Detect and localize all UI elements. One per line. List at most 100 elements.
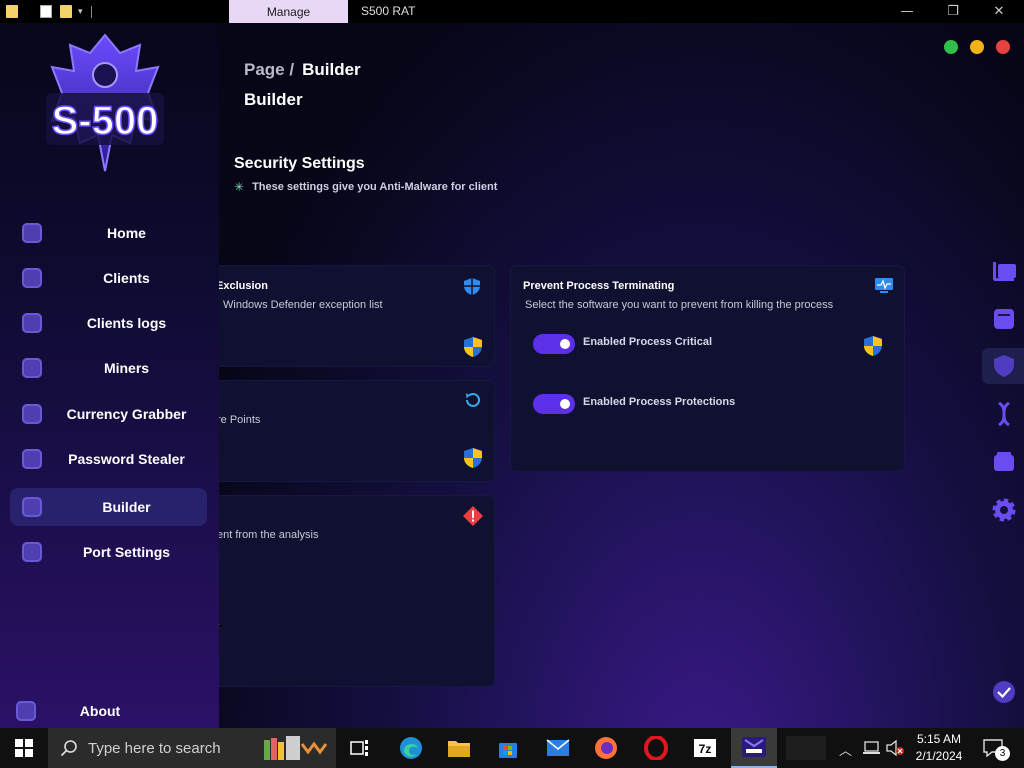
minimize-icon: — — [900, 4, 914, 19]
sidebar-item-clients-logs[interactable]: Clients logs — [10, 304, 207, 342]
file-explorer-taskbar-button[interactable] — [436, 728, 482, 768]
card-description: Select the software you want to prevent … — [525, 299, 834, 311]
miners-icon — [22, 358, 42, 378]
taskbar: Type here to search 7z ︿ 5:15 AM 2/1/202… — [0, 728, 1024, 768]
manage-tab[interactable]: Manage — [229, 0, 348, 23]
restore-button[interactable]: ❐ — [930, 0, 976, 23]
clock-time: 5:15 AM — [916, 732, 962, 746]
sidebar-item-label: Port Settings — [82, 544, 171, 560]
minimize-dot-button[interactable] — [970, 40, 984, 54]
sidebar-item-home[interactable]: Home — [10, 214, 207, 252]
home-icon — [22, 223, 42, 243]
taskbar-search-box[interactable]: Type here to search — [48, 728, 336, 768]
toggle-label: Enabled Process Critical — [583, 336, 712, 348]
process-protections-toggle[interactable] — [533, 394, 575, 414]
builder-icon — [22, 497, 42, 517]
sidebar-item-clients[interactable]: Clients — [10, 259, 207, 297]
sidebar-item-about[interactable]: About — [10, 692, 207, 730]
sidebar-item-label: Home — [107, 225, 146, 241]
tools-icon[interactable] — [990, 258, 1018, 286]
notification-count-badge: 3 — [995, 746, 1010, 761]
wallet-icon[interactable] — [990, 448, 1018, 476]
toggle-label: Enabled Process Protections — [583, 396, 736, 408]
sidebar-item-currency-grabber[interactable]: Currency Grabber — [10, 395, 207, 433]
new-folder-icon[interactable] — [60, 5, 72, 18]
clients-logs-icon — [22, 313, 42, 333]
card-description: re Points — [219, 414, 261, 426]
7zip-icon: 7z — [694, 739, 716, 757]
shield-icon[interactable] — [990, 352, 1018, 380]
7zip-taskbar-button[interactable]: 7z — [682, 728, 728, 768]
s500-icon — [742, 737, 766, 757]
s500-taskbar-button[interactable] — [731, 728, 777, 768]
store-taskbar-button[interactable] — [485, 728, 531, 768]
check-circle-icon[interactable] — [990, 678, 1018, 706]
firefox-icon — [595, 737, 617, 759]
notifications-button[interactable]: 3 — [978, 735, 1018, 761]
firefox-taskbar-button[interactable] — [583, 728, 629, 768]
toggle-knob — [560, 339, 570, 349]
shield-icon — [464, 278, 480, 295]
sidebar-item-label: Currency Grabber — [66, 406, 187, 422]
clients-icon — [22, 268, 42, 288]
maximize-dot-button[interactable] — [944, 40, 958, 54]
s500-logo: S-500 — [46, 33, 164, 172]
uac-shield-icon — [464, 337, 482, 357]
mail-taskbar-button[interactable] — [535, 728, 581, 768]
sidebar-item-label: Miners — [103, 360, 150, 376]
window-title: S500 RAT — [361, 4, 416, 18]
show-hidden-icons-button[interactable]: ︿ — [839, 740, 852, 759]
task-view-button[interactable] — [337, 728, 383, 768]
clock-date: 2/1/2024 — [915, 749, 963, 763]
close-button[interactable]: ✕ — [976, 0, 1022, 23]
card-description: Windows Defender exception list — [223, 299, 383, 311]
warning-icon — [463, 506, 483, 526]
search-placeholder: Type here to search — [88, 740, 221, 757]
process-critical-toggle[interactable] — [533, 334, 575, 354]
monitor-icon — [875, 278, 893, 293]
close-icon: ✕ — [993, 4, 1005, 19]
sidebar-item-builder[interactable]: Builder — [10, 488, 207, 526]
toolbar-divider — [90, 5, 92, 18]
restore-points-card: re Points — [219, 381, 494, 481]
sidebar-item-port-settings[interactable]: Port Settings — [10, 533, 207, 571]
sidebar: S-500 Home Clients Clients logs Miners C… — [0, 23, 219, 728]
folder-icon[interactable] — [6, 5, 18, 18]
uac-shield-icon — [464, 448, 482, 468]
properties-icon[interactable] — [40, 5, 52, 18]
sidebar-item-miners[interactable]: Miners — [10, 349, 207, 387]
mouse-cursor-icon — [219, 622, 222, 632]
logo-text: S-500 — [52, 99, 159, 143]
gear-icon[interactable] — [990, 496, 1018, 524]
close-dot-button[interactable] — [996, 40, 1010, 54]
sidebar-item-label: Password Stealer — [68, 451, 185, 467]
taskbar-clock[interactable]: 5:15 AM 2/1/2024 — [908, 731, 970, 765]
taskbar-blank-area — [786, 736, 826, 760]
search-highlight-image — [264, 736, 328, 760]
opera-taskbar-button[interactable] — [633, 728, 679, 768]
analysis-card: ent from the analysis — [219, 496, 494, 686]
sidebar-item-label: Clients logs — [86, 315, 167, 331]
volume-muted-icon[interactable] — [885, 739, 905, 757]
customize-toolbar-icon[interactable]: ▾ — [78, 7, 83, 17]
edge-taskbar-button[interactable] — [388, 728, 434, 768]
breadcrumb-prefix[interactable]: Page / — [244, 60, 294, 79]
breadcrumb: Page / Builder — [244, 60, 361, 80]
window-icon[interactable] — [990, 305, 1018, 333]
card-title: Exclusion — [219, 280, 268, 292]
card-description: ent from the analysis — [219, 529, 319, 541]
dna-icon[interactable] — [990, 400, 1018, 428]
prevent-process-terminating-card: Prevent Process Terminating Select the s… — [511, 266, 904, 471]
sparkle-icon: ✳ — [234, 180, 245, 194]
network-icon[interactable] — [862, 740, 880, 756]
exclusion-card: Exclusion Windows Defender exception lis… — [219, 266, 494, 366]
refresh-icon — [466, 392, 480, 407]
uac-shield-icon — [864, 336, 882, 356]
sidebar-item-password-stealer[interactable]: Password Stealer — [10, 440, 207, 478]
edge-icon — [400, 737, 422, 759]
mail-icon — [546, 739, 570, 756]
start-button[interactable] — [0, 728, 48, 768]
minimize-button[interactable]: — — [884, 0, 930, 23]
section-subtitle: ✳ These settings give you Anti-Malware f… — [234, 180, 497, 194]
currency-grabber-icon — [22, 404, 42, 424]
